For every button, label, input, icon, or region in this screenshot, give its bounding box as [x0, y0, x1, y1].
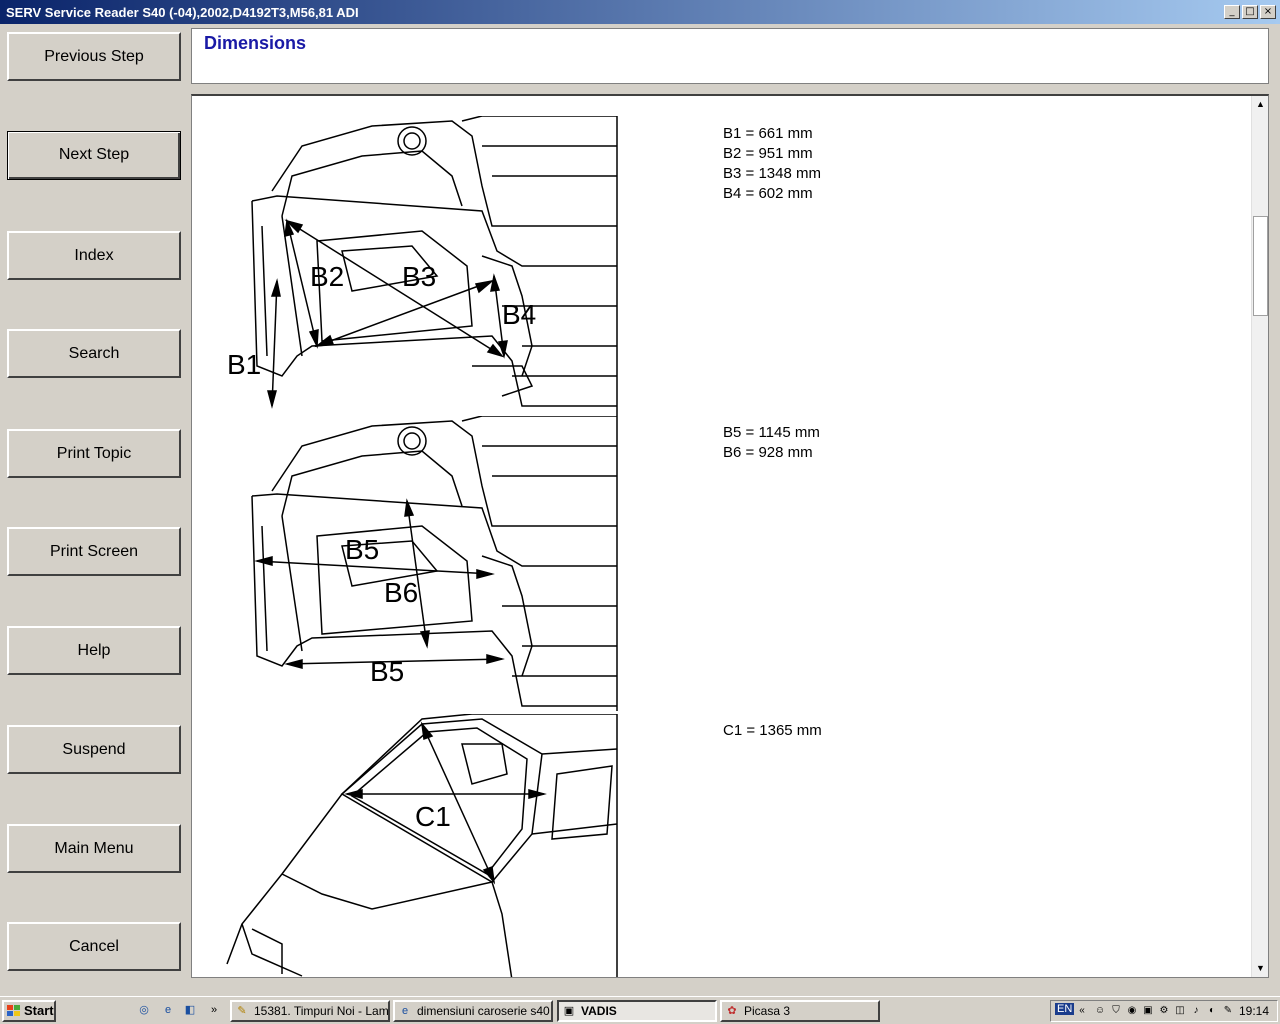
- print-screen-button[interactable]: Print Screen: [7, 527, 181, 576]
- tray-network-icon[interactable]: ◫: [1173, 1004, 1187, 1018]
- next-step-button[interactable]: Next Step: [7, 131, 181, 180]
- taskbar-item-picasa[interactable]: ✿ Picasa 3: [720, 1000, 880, 1022]
- dimension-list-b5-b6: B5 = 1145 mm B6 = 928 mm: [723, 423, 820, 463]
- tray-icon-1[interactable]: ☺: [1093, 1004, 1107, 1018]
- close-button[interactable]: ×: [1260, 5, 1276, 19]
- label-b5-lower: B5: [370, 656, 404, 687]
- scroll-thumb[interactable]: [1253, 216, 1268, 316]
- label-b1: B1: [227, 349, 261, 380]
- tray-icon-8[interactable]: ◐: [1205, 1004, 1219, 1018]
- previous-step-button[interactable]: Previous Step: [7, 32, 181, 81]
- suspend-button[interactable]: Suspend: [7, 725, 181, 774]
- quicklaunch-app-icon[interactable]: ◧: [182, 1002, 198, 1018]
- start-label: Start: [24, 1003, 54, 1018]
- nav-panel: Previous Step Next Step Index Search Pri…: [0, 24, 190, 996]
- label-b3: B3: [402, 261, 436, 292]
- windows-logo-icon: [7, 1005, 20, 1016]
- tray-shield-icon[interactable]: ⛉: [1109, 1004, 1123, 1018]
- front-structure-b-illustration: B1 B2 B3 B4: [227, 116, 618, 416]
- title-bar: SERV Service Reader S40 (-04),2002,D4192…: [0, 0, 1280, 24]
- taskbar-item-browser[interactable]: e dimensiuni caroserie s40 ...: [393, 1000, 553, 1022]
- language-indicator[interactable]: EN: [1055, 1003, 1075, 1015]
- tray-icon-4[interactable]: ▣: [1141, 1004, 1155, 1018]
- picasa-icon: ✿: [727, 1005, 737, 1017]
- windshield-c1-illustration: C1: [226, 714, 618, 977]
- main-menu-button[interactable]: Main Menu: [7, 824, 181, 873]
- quicklaunch-more-icon[interactable]: »: [206, 1002, 222, 1018]
- label-c1: C1: [415, 801, 451, 832]
- tray-pencil-icon[interactable]: ✎: [1221, 1004, 1235, 1018]
- scroll-down-icon[interactable]: ▼: [1253, 961, 1268, 976]
- dimension-list-b1-b4: B1 = 661 mm B2 = 951 mm B3 = 1348 mm B4 …: [723, 124, 821, 204]
- tray-icon-5[interactable]: ⚙: [1157, 1004, 1171, 1018]
- search-button[interactable]: Search: [7, 329, 181, 378]
- index-button[interactable]: Index: [7, 231, 181, 280]
- dimension-b6: B6 = 928 mm: [723, 444, 813, 461]
- dimension-list-c1: C1 = 1365 mm: [723, 721, 822, 741]
- clock: 19:14: [1238, 1004, 1269, 1018]
- scroll-up-icon[interactable]: ▲: [1253, 97, 1268, 112]
- minimize-button[interactable]: _: [1224, 5, 1240, 19]
- dimension-b1: B1 = 661 mm: [723, 125, 813, 142]
- dimension-b4: B4 = 602 mm: [723, 185, 813, 202]
- page-title: Dimensions: [204, 33, 307, 53]
- maximize-button[interactable]: □: [1242, 5, 1258, 19]
- quicklaunch-ie-icon[interactable]: e: [160, 1002, 176, 1018]
- taskbar-item-vadis[interactable]: ▣ VADIS: [557, 1000, 717, 1022]
- taskbar: Start ◎ e ◧ » ✎ 15381. Timpuri Noi - Lam…: [0, 996, 1280, 1024]
- ie-icon: e: [401, 1005, 409, 1017]
- dimension-b5: B5 = 1145 mm: [723, 424, 820, 441]
- label-b2: B2: [310, 261, 344, 292]
- dimension-b3: B3 = 1348 mm: [723, 165, 821, 182]
- print-topic-button[interactable]: Print Topic: [7, 429, 181, 478]
- tray-expand-icon[interactable]: «: [1075, 1004, 1089, 1018]
- quicklaunch-bs-icon[interactable]: ◎: [136, 1002, 152, 1018]
- dimension-c1: C1 = 1365 mm: [723, 722, 822, 739]
- dimension-b2: B2 = 951 mm: [723, 145, 813, 162]
- system-tray: EN « ☺ ⛉ ◉ ▣ ⚙ ◫ ♪ ◐ ✎ 19:14: [1050, 1000, 1278, 1022]
- content-area: B1 B2 B3 B4 B5 B6 B5 C1 B1 = 661 mm B2 =…: [191, 94, 1269, 978]
- help-button[interactable]: Help: [7, 626, 181, 675]
- label-b5-upper: B5: [345, 534, 379, 565]
- taskbar-item-forum[interactable]: ✎ 15381. Timpuri Noi - Lamî...: [230, 1000, 390, 1022]
- tray-volume-icon[interactable]: ♪: [1189, 1004, 1203, 1018]
- cancel-button[interactable]: Cancel: [7, 922, 181, 971]
- vadis-icon: ▣: [563, 1005, 575, 1017]
- label-b4: B4: [502, 299, 536, 330]
- tray-icon-3[interactable]: ◉: [1125, 1004, 1139, 1018]
- start-button[interactable]: Start: [2, 1000, 56, 1022]
- front-structure-b5-illustration: B5 B6 B5: [251, 416, 618, 711]
- vertical-scrollbar[interactable]: ▲ ▼: [1251, 96, 1268, 977]
- window-title: SERV Service Reader S40 (-04),2002,D4192…: [6, 4, 359, 20]
- label-b6: B6: [384, 577, 418, 608]
- heading-box: Dimensions: [191, 28, 1269, 84]
- pencil-icon: ✎: [237, 1005, 247, 1017]
